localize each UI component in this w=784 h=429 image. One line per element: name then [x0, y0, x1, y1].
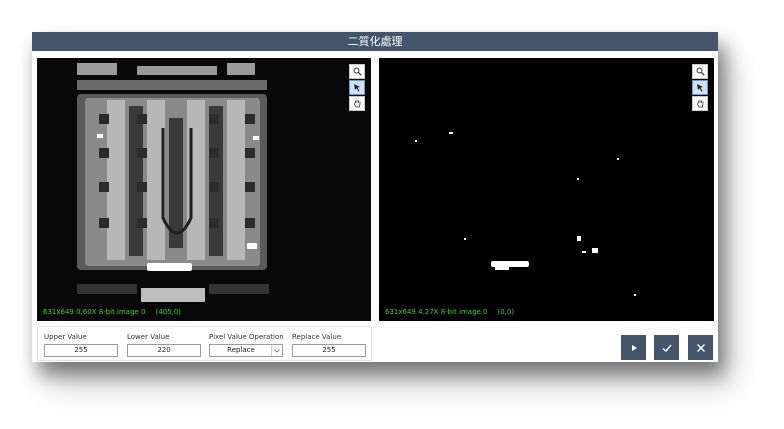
- right-status: 631x649 4.27X 8-bit image 0 (0,0): [385, 308, 514, 316]
- result-image-viewer[interactable]: 631x649 4.27X 8-bit image 0 (0,0): [379, 58, 714, 321]
- confirm-button[interactable]: [654, 335, 679, 360]
- close-icon: [696, 343, 705, 352]
- source-image: [37, 58, 371, 321]
- hand-icon[interactable]: [349, 96, 365, 111]
- replace-value-group: Replace Value 255: [292, 333, 366, 357]
- pixel-operation-select[interactable]: Replace: [209, 344, 283, 357]
- upper-value-label: Upper Value: [44, 333, 87, 341]
- check-icon: [662, 344, 672, 352]
- source-image-viewer[interactable]: 631x649 0.60X 8-bit image 0 (405,0): [37, 58, 371, 321]
- pointer-icon[interactable]: [349, 80, 365, 95]
- lower-value-input[interactable]: 220: [127, 344, 201, 357]
- lower-value-label: Lower Value: [127, 333, 170, 341]
- left-status: 631x649 0.60X 8-bit image 0 (405,0): [43, 308, 181, 316]
- left-status-info: 631x649 0.60X 8-bit image 0: [43, 308, 146, 316]
- lower-value-group: Lower Value 220: [127, 333, 201, 357]
- zoom-icon[interactable]: [349, 64, 365, 79]
- pointer-icon[interactable]: [692, 80, 708, 95]
- upper-value-group: Upper Value 255: [44, 333, 118, 357]
- replace-value-label: Replace Value: [292, 333, 342, 341]
- dialog-title: 二質化處理: [32, 32, 718, 51]
- binary-image: [379, 58, 714, 321]
- right-status-coord: (0,0): [497, 308, 515, 316]
- upper-value-input[interactable]: 255: [44, 344, 118, 357]
- pixel-operation-label: Pixel Value Operation: [209, 333, 284, 341]
- left-toolbar: [349, 64, 365, 111]
- close-button[interactable]: [688, 335, 713, 360]
- chevron-down-icon: [271, 345, 282, 356]
- pixel-operation-group: Pixel Value Operation Replace: [209, 333, 284, 357]
- threshold-parameters: Upper Value 255 Lower Value 220 Pixel Va…: [37, 326, 372, 361]
- run-button[interactable]: [621, 335, 646, 360]
- left-status-coord: (405,0): [155, 308, 182, 316]
- pixel-operation-value: Replace: [227, 346, 255, 354]
- right-toolbar: [692, 64, 708, 111]
- hand-icon[interactable]: [692, 96, 708, 111]
- zoom-icon[interactable]: [692, 64, 708, 79]
- play-icon: [631, 344, 637, 351]
- right-status-info: 631x649 4.27X 8-bit image 0: [385, 308, 488, 316]
- replace-value-input[interactable]: 255: [292, 344, 366, 357]
